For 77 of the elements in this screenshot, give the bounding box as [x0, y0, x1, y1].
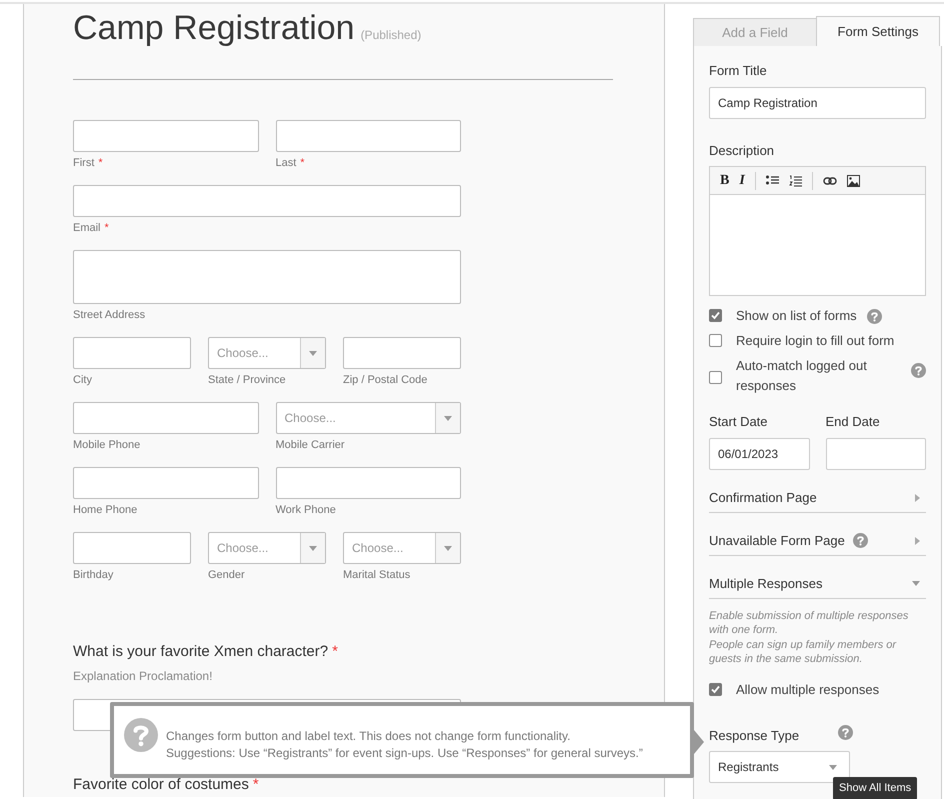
field-label: Email [73, 222, 101, 234]
input-field[interactable] [73, 467, 258, 499]
field-label: Street Address [73, 309, 146, 321]
required-icon: * [300, 157, 305, 169]
checkbox[interactable] [709, 334, 722, 347]
field-label: End Date [826, 414, 880, 429]
question-label: Favorite color of costumes [73, 776, 249, 793]
form-title: Camp Registration [73, 9, 355, 47]
caret-icon [309, 350, 317, 356]
note-text: People can sign up family members or guests in the same submission. [709, 638, 898, 666]
tab[interactable]: Form Settings [816, 16, 940, 46]
field-label: Marital Status [343, 569, 410, 581]
field-label: Zip / Postal Code [343, 374, 428, 386]
input-field[interactable] [73, 185, 461, 217]
checkbox[interactable] [709, 682, 722, 696]
input-field[interactable] [73, 120, 258, 152]
input-field[interactable] [276, 120, 461, 152]
bold-button[interactable]: B [720, 174, 730, 188]
field-label: State / Province [208, 374, 286, 386]
field-label: Start Date [709, 414, 768, 429]
caret-icon [444, 546, 452, 550]
numbered-list-icon[interactable] [788, 174, 802, 186]
field-label: Last [276, 157, 296, 169]
tooltip-text: Changes form button and label text. This does not change form functionality. [166, 728, 572, 745]
caret-icon [309, 546, 317, 550]
tooltip-text: Suggestions: Use “Registrants” for event sign-ups. Use “Responses” for general surveys.” [166, 745, 643, 762]
note-text: Enable submission of multiple responses with one form. [709, 608, 910, 638]
field-label: Form Title [709, 63, 767, 78]
checkbox[interactable] [709, 371, 722, 384]
help-icon[interactable] [838, 724, 854, 740]
field-label: Work Phone [276, 504, 336, 516]
help-text: Explanation Proclamation! [73, 669, 212, 683]
field-label: Home Phone [73, 504, 138, 516]
field-label: Description [709, 142, 774, 158]
help-icon[interactable] [124, 718, 158, 752]
image-icon[interactable] [846, 174, 860, 186]
input-field[interactable] [343, 337, 461, 369]
checkbox-label: Require login to fill out form [736, 332, 894, 350]
input-field[interactable]: Camp Registration [709, 86, 926, 118]
question-label: What is your favorite Xmen character? [73, 643, 328, 660]
section-header[interactable]: Confirmation Page [709, 470, 926, 512]
checkbox[interactable] [709, 309, 722, 322]
field-label: City [73, 374, 92, 386]
date-field[interactable]: 06/01/2023 [709, 438, 810, 470]
required-icon: * [98, 157, 103, 169]
required-icon: * [252, 776, 259, 793]
link-icon[interactable] [822, 176, 837, 184]
required-icon: * [104, 222, 109, 234]
checkbox-label: Auto-match logged out responses [736, 357, 868, 395]
input-field[interactable] [276, 467, 461, 499]
field-label: Mobile Phone [73, 439, 140, 451]
field-label: Gender [208, 569, 245, 581]
rich-text-editor[interactable]: B I [709, 166, 926, 296]
field-label: First [73, 157, 94, 169]
help-icon[interactable] [866, 309, 882, 324]
field-label: Birthday [73, 569, 114, 581]
caret-icon [444, 416, 452, 420]
select-field[interactable]: Registrants [709, 751, 850, 783]
section-header[interactable]: Unavailable Form Page [709, 512, 926, 556]
required-icon: * [332, 643, 338, 660]
caret-icon [829, 764, 837, 770]
input-field[interactable] [73, 337, 191, 369]
field-label: Response Type [709, 726, 800, 745]
field-label: Mobile Carrier [276, 439, 345, 451]
help-icon[interactable] [852, 533, 868, 548]
hover-tooltip: Show All Items [833, 777, 918, 799]
input-field[interactable] [73, 402, 258, 434]
help-icon[interactable] [911, 362, 926, 378]
checkbox-label: Allow multiple responses [736, 680, 880, 699]
input-field[interactable] [73, 532, 191, 564]
italic-button[interactable]: I [739, 174, 745, 188]
checkbox-label: Show on list of forms [736, 307, 857, 325]
textarea-field[interactable] [73, 250, 461, 304]
status-label: (Published) [360, 28, 422, 42]
bullet-list-icon[interactable] [766, 175, 779, 186]
date-field[interactable] [826, 438, 926, 470]
section-header[interactable]: Multiple Responses [709, 556, 926, 598]
